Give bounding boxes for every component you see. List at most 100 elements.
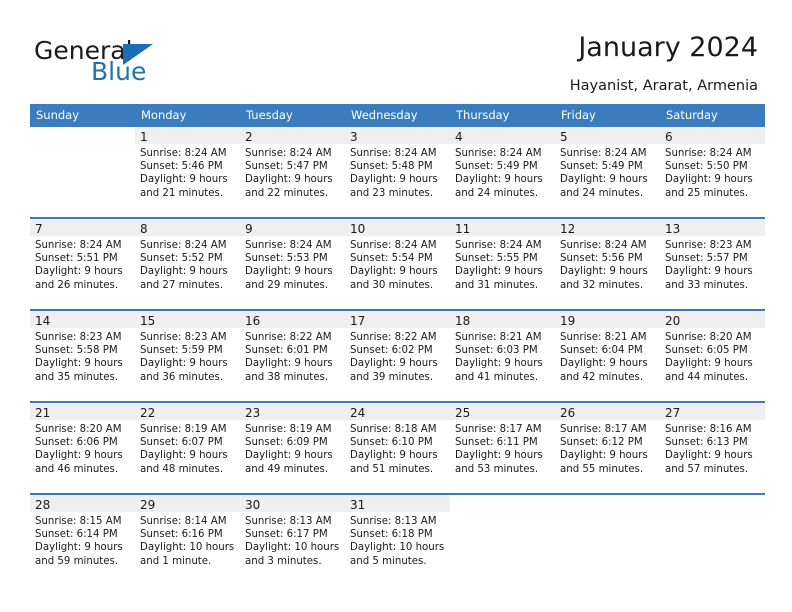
calendar-week-row: 7 Sunrise: 8:24 AM Sunset: 5:51 PM Daylight…: [30, 217, 765, 310]
day-detail-line: Sunset: 5:47 PM: [245, 161, 328, 173]
calendar-day-cell[interactable]: 27 Sunrise: 8:16 AM Sunset: 6:13 PM Dayligh…: [660, 401, 765, 494]
calendar-day-cell[interactable]: 6 Sunrise: 8:24 AM Sunset: 5:50 PM Daylight…: [660, 127, 765, 218]
calendar-day-cell[interactable]: 1 Sunrise: 8:24 AM Sunset: 5:46 PM Daylight…: [135, 127, 240, 218]
day-number-band: [555, 495, 660, 512]
day-detail-line: and 23 minutes.: [350, 187, 434, 199]
day-number: 26: [560, 406, 576, 420]
day-detail-line: Sunset: 6:14 PM: [35, 529, 118, 541]
calendar-day-cell[interactable]: 22 Sunrise: 8:19 AM Sunset: 6:07 PM Dayligh…: [135, 401, 240, 494]
calendar-day-cell[interactable]: 26 Sunrise: 8:17 AM Sunset: 6:12 PM Dayligh…: [555, 401, 660, 494]
day-detail-line: and 29 minutes.: [245, 279, 329, 291]
day-sun-details: Sunrise: 8:22 AM Sunset: 6:01 PM Daylight:…: [240, 328, 345, 384]
day-detail-line: Daylight: 9 hours: [245, 266, 333, 278]
calendar-day-cell[interactable]: 11 Sunrise: 8:24 AM Sunset: 5:55 PM Dayligh…: [450, 217, 555, 310]
calendar-day-cell[interactable]: 7 Sunrise: 8:24 AM Sunset: 5:51 PM Daylight…: [30, 217, 135, 310]
day-detail-line: Sunrise: 8:24 AM: [560, 240, 647, 251]
calendar-day-cell[interactable]: 20 Sunrise: 8:20 AM Sunset: 6:05 PM Dayligh…: [660, 309, 765, 402]
day-number-band: 2: [240, 127, 345, 144]
day-number: 23: [245, 406, 261, 420]
day-number-band: 21: [30, 403, 135, 420]
calendar-day-cell[interactable]: 28 Sunrise: 8:15 AM Sunset: 6:14 PM Dayligh…: [30, 493, 135, 585]
day-sun-details: Sunrise: 8:17 AM Sunset: 6:12 PM Daylight:…: [555, 420, 660, 476]
day-detail-line: and 39 minutes.: [350, 371, 434, 383]
day-number: 19: [560, 314, 576, 328]
calendar-day-cell[interactable]: 13 Sunrise: 8:23 AM Sunset: 5:57 PM Dayligh…: [660, 217, 765, 310]
day-detail-line: Sunset: 5:49 PM: [455, 161, 538, 173]
day-detail-line: Sunset: 6:04 PM: [560, 345, 643, 357]
calendar-day-cell[interactable]: 15 Sunrise: 8:23 AM Sunset: 5:59 PM Dayligh…: [135, 309, 240, 402]
calendar-day-cell[interactable]: 29 Sunrise: 8:14 AM Sunset: 6:16 PM Dayligh…: [135, 493, 240, 585]
day-detail-line: and 1 minute.: [140, 555, 212, 567]
day-detail-line: Sunset: 5:59 PM: [140, 345, 223, 357]
general-blue-logo[interactable]: General Blue: [34, 36, 234, 92]
day-detail-line: and 44 minutes.: [665, 371, 749, 383]
day-detail-line: Sunrise: 8:24 AM: [455, 148, 542, 159]
day-detail-line: Sunrise: 8:20 AM: [35, 424, 122, 435]
day-detail-line: Daylight: 9 hours: [245, 358, 333, 370]
day-detail-line: and 36 minutes.: [140, 371, 224, 383]
calendar-day-cell[interactable]: 16 Sunrise: 8:22 AM Sunset: 6:01 PM Dayligh…: [240, 309, 345, 402]
day-detail-line: Sunset: 5:56 PM: [560, 253, 643, 265]
calendar-day-cell[interactable]: 10 Sunrise: 8:24 AM Sunset: 5:54 PM Dayligh…: [345, 217, 450, 310]
day-detail-line: Sunrise: 8:21 AM: [455, 332, 542, 343]
day-detail-line: Sunrise: 8:23 AM: [140, 332, 227, 343]
day-number: 1: [140, 130, 148, 144]
day-detail-line: Sunset: 6:10 PM: [350, 437, 433, 449]
day-detail-line: Daylight: 9 hours: [665, 266, 753, 278]
day-sun-details: Sunrise: 8:21 AM Sunset: 6:03 PM Daylight:…: [450, 328, 555, 384]
day-detail-line: Sunset: 5:46 PM: [140, 161, 223, 173]
day-detail-line: Daylight: 10 hours: [350, 542, 445, 554]
day-detail-line: Sunrise: 8:24 AM: [35, 240, 122, 251]
calendar-week-row: 14 Sunrise: 8:23 AM Sunset: 5:58 PM Dayligh…: [30, 309, 765, 402]
calendar-day-cell[interactable]: 2 Sunrise: 8:24 AM Sunset: 5:47 PM Daylight…: [240, 127, 345, 218]
day-detail-line: Sunrise: 8:17 AM: [560, 424, 647, 435]
calendar-day-cell[interactable]: 21 Sunrise: 8:20 AM Sunset: 6:06 PM Dayligh…: [30, 401, 135, 494]
day-number-band: 9: [240, 219, 345, 236]
day-detail-line: Sunrise: 8:16 AM: [665, 424, 752, 435]
calendar-day-cell[interactable]: 23 Sunrise: 8:19 AM Sunset: 6:09 PM Dayligh…: [240, 401, 345, 494]
calendar-day-cell[interactable]: 19 Sunrise: 8:21 AM Sunset: 6:04 PM Dayligh…: [555, 309, 660, 402]
calendar-day-cell[interactable]: 4 Sunrise: 8:24 AM Sunset: 5:49 PM Daylight…: [450, 127, 555, 218]
weekday-header-sunday: Sunday: [30, 104, 135, 127]
day-detail-line: and 35 minutes.: [35, 371, 119, 383]
day-sun-details: Sunrise: 8:24 AM Sunset: 5:48 PM Daylight:…: [345, 144, 450, 200]
day-sun-details: Sunrise: 8:13 AM Sunset: 6:17 PM Daylight:…: [240, 512, 345, 568]
calendar-day-cell[interactable]: 9 Sunrise: 8:24 AM Sunset: 5:53 PM Daylight…: [240, 217, 345, 310]
calendar-day-cell[interactable]: 5 Sunrise: 8:24 AM Sunset: 5:49 PM Daylight…: [555, 127, 660, 218]
day-detail-line: and 31 minutes.: [455, 279, 539, 291]
day-detail-line: and 51 minutes.: [350, 463, 434, 475]
day-sun-details: Sunrise: 8:21 AM Sunset: 6:04 PM Daylight:…: [555, 328, 660, 384]
day-number: 31: [350, 498, 366, 512]
calendar-day-cell[interactable]: 24 Sunrise: 8:18 AM Sunset: 6:10 PM Dayligh…: [345, 401, 450, 494]
day-detail-line: Sunset: 6:02 PM: [350, 345, 433, 357]
day-detail-line: Daylight: 9 hours: [455, 174, 543, 186]
day-detail-line: Sunrise: 8:21 AM: [560, 332, 647, 343]
day-number-band: 28: [30, 495, 135, 512]
day-number: 10: [350, 222, 366, 236]
day-detail-line: Daylight: 9 hours: [350, 266, 438, 278]
calendar-weekday-header-row: Sunday Monday Tuesday Wednesday Thursday Frid…: [30, 104, 765, 127]
day-sun-details: Sunrise: 8:23 AM Sunset: 5:59 PM Daylight:…: [135, 328, 240, 384]
day-number-band: 23: [240, 403, 345, 420]
calendar-day-cell[interactable]: 25 Sunrise: 8:17 AM Sunset: 6:11 PM Dayligh…: [450, 401, 555, 494]
calendar-day-cell[interactable]: 18 Sunrise: 8:21 AM Sunset: 6:03 PM Dayligh…: [450, 309, 555, 402]
day-detail-line: Sunrise: 8:24 AM: [350, 240, 437, 251]
day-number-band: 4: [450, 127, 555, 144]
calendar-day-cell[interactable]: 31 Sunrise: 8:13 AM Sunset: 6:18 PM Dayligh…: [345, 493, 450, 585]
calendar-day-cell[interactable]: 17 Sunrise: 8:22 AM Sunset: 6:02 PM Dayligh…: [345, 309, 450, 402]
day-number-band: 20: [660, 311, 765, 328]
calendar-day-cell[interactable]: 3 Sunrise: 8:24 AM Sunset: 5:48 PM Daylight…: [345, 127, 450, 218]
day-detail-line: Daylight: 9 hours: [560, 450, 648, 462]
calendar-day-cell[interactable]: 14 Sunrise: 8:23 AM Sunset: 5:58 PM Dayligh…: [30, 309, 135, 402]
day-number: 17: [350, 314, 366, 328]
day-detail-line: Sunrise: 8:24 AM: [560, 148, 647, 159]
calendar-day-cell[interactable]: 30 Sunrise: 8:13 AM Sunset: 6:17 PM Dayligh…: [240, 493, 345, 585]
day-detail-line: Sunrise: 8:20 AM: [665, 332, 752, 343]
calendar-day-cell[interactable]: 12 Sunrise: 8:24 AM Sunset: 5:56 PM Dayligh…: [555, 217, 660, 310]
day-number-band: 8: [135, 219, 240, 236]
day-sun-details: [555, 512, 660, 515]
day-number-band: 25: [450, 403, 555, 420]
day-number-band: 31: [345, 495, 450, 512]
calendar-day-cell[interactable]: 8 Sunrise: 8:24 AM Sunset: 5:52 PM Daylight…: [135, 217, 240, 310]
day-number-band: 1: [135, 127, 240, 144]
